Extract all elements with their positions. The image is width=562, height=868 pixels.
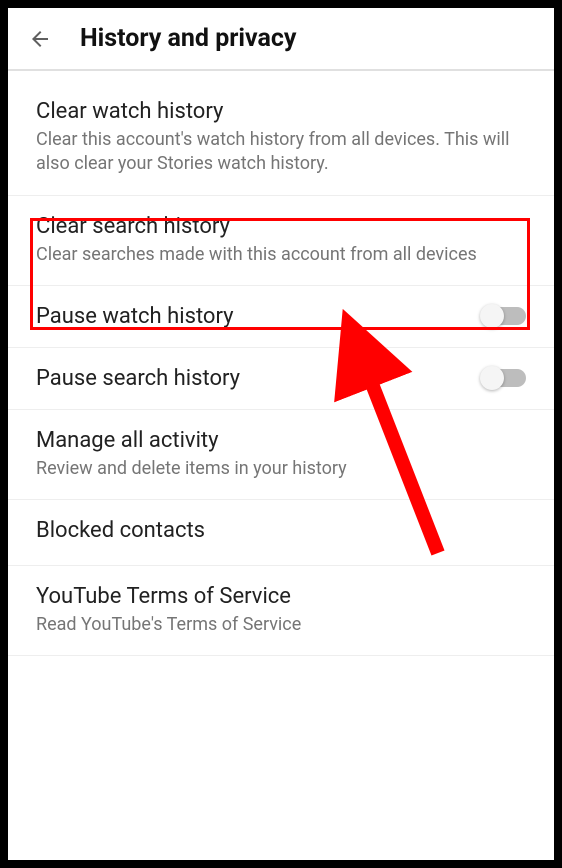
clear-search-history-item[interactable]: Clear search history Clear searches made… — [8, 196, 554, 286]
pause-search-history-item[interactable]: Pause search history — [8, 348, 554, 410]
youtube-terms-item[interactable]: YouTube Terms of Service Read YouTube's … — [8, 566, 554, 656]
settings-list: Clear watch history Clear this account's… — [8, 71, 554, 656]
page-title: History and privacy — [80, 24, 297, 53]
item-description: Clear this account's watch history from … — [36, 128, 526, 177]
pause-watch-toggle[interactable] — [482, 307, 526, 325]
item-title: Manage all activity — [36, 428, 526, 453]
item-title: Clear search history — [36, 214, 526, 239]
back-arrow-icon[interactable] — [28, 27, 52, 51]
manage-all-activity-item[interactable]: Manage all activity Review and delete it… — [8, 410, 554, 500]
item-description: Clear searches made with this account fr… — [36, 243, 526, 267]
item-title: Blocked contacts — [36, 518, 526, 543]
pause-watch-history-item[interactable]: Pause watch history — [8, 286, 554, 348]
item-title: Clear watch history — [36, 99, 526, 124]
item-title: Pause search history — [36, 366, 240, 391]
blocked-contacts-item[interactable]: Blocked contacts — [8, 500, 554, 566]
item-description: Review and delete items in your history — [36, 457, 526, 481]
settings-screen: History and privacy Clear watch history … — [8, 8, 554, 860]
toggle-knob — [480, 304, 504, 328]
toggle-knob — [480, 366, 504, 390]
clear-watch-history-item[interactable]: Clear watch history Clear this account's… — [8, 71, 554, 196]
item-description: Read YouTube's Terms of Service — [36, 613, 526, 637]
item-title: YouTube Terms of Service — [36, 584, 526, 609]
item-title: Pause watch history — [36, 304, 234, 329]
pause-search-toggle[interactable] — [482, 369, 526, 387]
header: History and privacy — [8, 8, 554, 71]
